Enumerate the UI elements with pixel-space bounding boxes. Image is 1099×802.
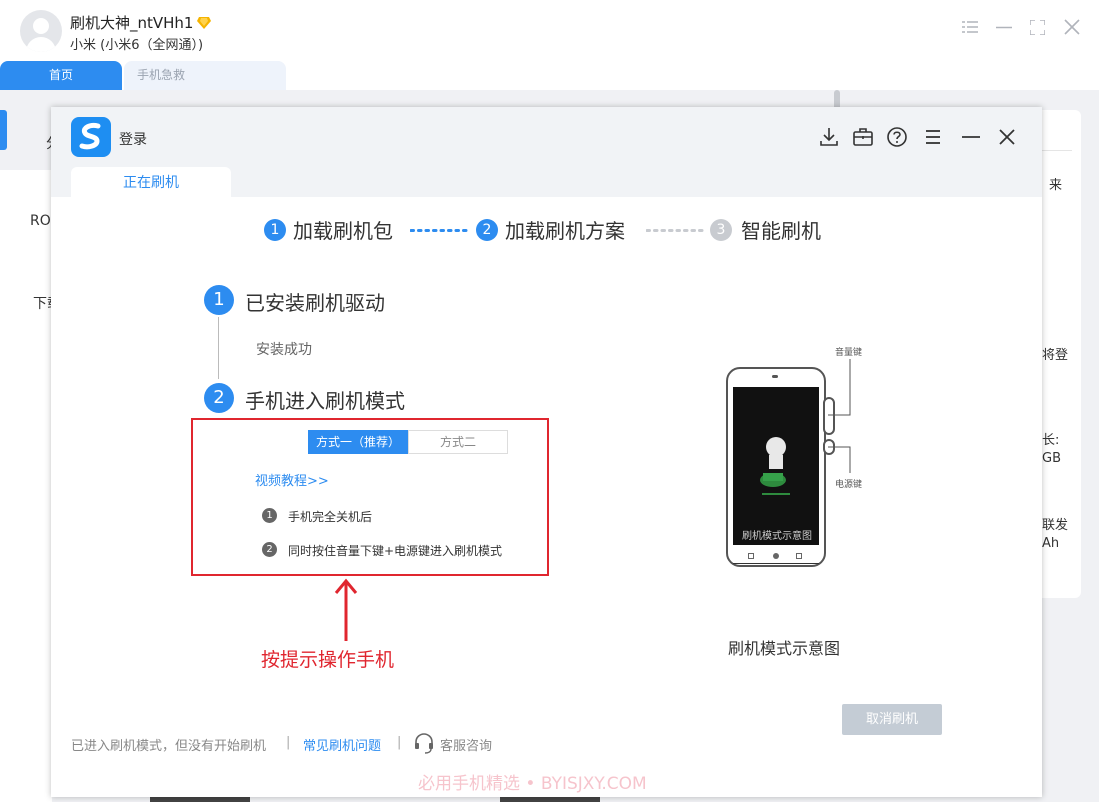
minimize-icon[interactable] [996, 26, 1012, 29]
bg-right-label: 联发 [1042, 518, 1069, 533]
tab-method-two[interactable]: 方式二 [408, 430, 508, 454]
step-label: 智能刷机 [741, 219, 821, 243]
instruction-number: 2 [262, 542, 277, 557]
help-icon[interactable] [886, 126, 908, 148]
bg-left-indicator [0, 110, 7, 150]
step-label: 加载刷机包 [293, 219, 393, 243]
step-number: 2 [476, 219, 498, 241]
step-number: 1 [264, 219, 286, 241]
download-icon[interactable] [818, 126, 840, 148]
phone-caption: 刷机模式示意图 [728, 639, 841, 658]
bg-thumbnail [500, 797, 600, 802]
operation-hint: 按提示操作手机 [261, 649, 395, 671]
bg-right-label: 来 [1049, 178, 1063, 193]
toolbox-icon[interactable] [852, 126, 874, 148]
cancel-flash-button[interactable]: 取消刷机 [842, 704, 942, 735]
menu-icon[interactable] [962, 20, 978, 34]
up-arrow-icon [334, 578, 358, 641]
instruction-number: 1 [262, 508, 277, 523]
footer-status: 已进入刷机模式，但没有开始刷机 [71, 739, 267, 754]
tab-method-one[interactable]: 方式一（推荐） [308, 430, 408, 454]
vip-diamond-icon [197, 17, 212, 29]
phone-screen: 刷机模式示意图 [733, 387, 819, 564]
step-connector [646, 229, 704, 232]
flash-dialog: 登录 正在刷机 1 加载刷机包 2 加载刷机方案 3 智能刷机 1 已安装刷机驱… [51, 107, 1042, 797]
stage-number: 2 [204, 383, 234, 413]
step-connector [410, 229, 468, 232]
bg-right-label: 将登 [1042, 348, 1069, 363]
tab-home[interactable]: 首页 [0, 61, 122, 90]
tab-flashing[interactable]: 正在刷机 [71, 167, 231, 197]
headset-icon[interactable] [413, 732, 435, 754]
instruction-text: 同时按住音量下键+电源键进入刷机模式 [288, 544, 503, 558]
stage-title: 已安装刷机驱动 [245, 291, 385, 315]
bg-thumbnail [150, 797, 250, 802]
stage-title: 手机进入刷机模式 [245, 389, 405, 413]
faq-link[interactable]: 常见刷机问题 [303, 735, 381, 754]
watermark: 必用手机精选 • BYISJXY.COM [418, 774, 647, 794]
video-tutorial-link[interactable]: 视频教程>> [255, 470, 329, 489]
bg-left-card [0, 170, 52, 802]
phone-illustration: 刷机模式示意图 [726, 367, 835, 567]
bg-right-label: 长: [1042, 433, 1060, 448]
footer-separator: | [286, 735, 291, 750]
fastboot-mascot-icon [760, 437, 790, 495]
tab-rescue[interactable]: 手机急救 [124, 61, 286, 90]
bg-right-label: GB [1042, 451, 1061, 466]
step-number: 3 [710, 219, 732, 241]
user-name: 刷机大神_ntVHh1 [70, 12, 212, 33]
device-model: 小米 (小米6（全网通）) [70, 38, 204, 53]
instruction-text: 手机完全关机后 [288, 510, 373, 524]
menu-icon[interactable] [922, 126, 944, 148]
customer-service-link[interactable]: 客服咨询 [440, 735, 492, 754]
fullscreen-icon[interactable] [1030, 20, 1045, 35]
power-key-label: 电源键 [835, 480, 863, 490]
close-app-icon[interactable] [1064, 19, 1080, 35]
phone-screen-text: 刷机模式示意图 [742, 531, 812, 542]
login-link[interactable]: 登录 [119, 129, 147, 149]
avatar[interactable] [20, 10, 62, 52]
bg-right-label: Ah [1042, 536, 1060, 551]
volume-key-label: 音量键 [835, 348, 863, 358]
bg-left-label: RO [30, 213, 51, 229]
stage-number: 1 [204, 285, 234, 315]
app-logo [71, 117, 111, 157]
close-icon[interactable] [996, 126, 1018, 148]
minimize-icon[interactable] [960, 126, 982, 148]
footer-separator: | [397, 735, 402, 750]
phone-button-callout [828, 359, 851, 473]
step-label: 加载刷机方案 [505, 219, 625, 243]
install-status: 安装成功 [256, 342, 312, 358]
stage-connector [218, 317, 219, 379]
